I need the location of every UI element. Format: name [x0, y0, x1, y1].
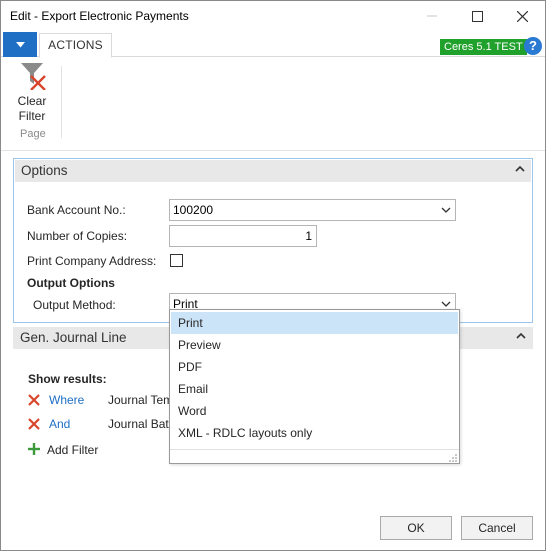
minimize-button[interactable]	[409, 1, 455, 31]
close-button[interactable]	[499, 1, 545, 31]
title-bar: Edit - Export Electronic Payments	[1, 1, 545, 31]
remove-filter-icon[interactable]	[28, 418, 40, 430]
filter-keyword[interactable]: Where	[49, 393, 84, 407]
tab-actions[interactable]: ACTIONS	[39, 33, 112, 58]
output-method-label: Output Method:	[33, 298, 116, 312]
clear-filter-label-1: Clear	[17, 94, 47, 108]
app-menu-button[interactable]	[3, 32, 37, 57]
ribbon-group-divider	[61, 66, 62, 138]
close-icon	[516, 10, 528, 22]
chevron-down-icon	[441, 301, 451, 307]
options-section-title: Options	[21, 163, 68, 178]
dropdown-option-pdf[interactable]: PDF	[171, 356, 458, 378]
dropdown-option-xml[interactable]: XML - RDLC layouts only	[171, 422, 458, 444]
resize-grip[interactable]	[170, 449, 459, 463]
dropdown-option-print[interactable]: Print	[171, 312, 458, 334]
plus-icon	[28, 443, 40, 455]
ribbon-panel: Clear Filter Page	[1, 58, 545, 151]
maximize-icon	[471, 10, 483, 22]
cancel-button[interactable]: Cancel	[461, 516, 533, 540]
filter-field[interactable]: Journal Bat	[108, 417, 169, 431]
ribbon-group-label: Page	[20, 128, 46, 140]
dialog-window: Edit - Export Electronic Payments ACTION…	[0, 0, 546, 551]
bank-account-label: Bank Account No.:	[27, 203, 126, 217]
show-results-label: Show results:	[28, 372, 107, 386]
chevron-down-icon	[441, 207, 451, 213]
clear-filter-icon	[21, 63, 46, 91]
clear-filter-label-2: Filter	[18, 109, 46, 123]
copies-input[interactable]: 1	[169, 225, 317, 247]
collapse-icon	[516, 332, 526, 339]
ok-button[interactable]: OK	[380, 516, 452, 540]
clear-filter-button[interactable]: Clear Filter	[9, 60, 55, 123]
filter-keyword[interactable]: And	[49, 417, 70, 431]
remove-filter-icon[interactable]	[28, 394, 40, 406]
output-options-heading: Output Options	[27, 276, 115, 290]
copies-label: Number of Copies:	[27, 229, 128, 243]
options-section-header[interactable]: Options	[15, 160, 531, 182]
window-title: Edit - Export Electronic Payments	[10, 9, 189, 23]
collapse-icon	[515, 165, 525, 172]
ribbon-tab-row: ACTIONS Ceres 5.1 TEST ?	[1, 32, 545, 58]
bank-account-select[interactable]: 100200	[169, 199, 456, 221]
resize-grip-icon	[449, 454, 457, 462]
dropdown-option-email[interactable]: Email	[171, 378, 458, 400]
options-section: Options Bank Account No.: 100200 Number …	[13, 158, 533, 323]
environment-badge: Ceres 5.1 TEST	[440, 39, 527, 55]
dropdown-option-preview[interactable]: Preview	[171, 334, 458, 356]
print-company-checkbox[interactable]	[170, 254, 183, 267]
gen-journal-section-title: Gen. Journal Line	[20, 330, 127, 345]
help-icon[interactable]: ?	[524, 37, 542, 55]
output-method-dropdown-list: Print Preview PDF Email Word XML - RDLC …	[169, 309, 460, 464]
print-company-label: Print Company Address:	[27, 254, 157, 268]
minimize-icon	[427, 15, 437, 17]
filter-field[interactable]: Journal Tem	[108, 393, 173, 407]
maximize-button[interactable]	[454, 1, 500, 31]
chevron-down-icon	[15, 41, 25, 47]
bank-account-value: 100200	[173, 203, 214, 217]
add-filter-label: Add Filter	[47, 443, 99, 457]
copies-value: 1	[305, 229, 312, 243]
dropdown-option-word[interactable]: Word	[171, 400, 458, 422]
